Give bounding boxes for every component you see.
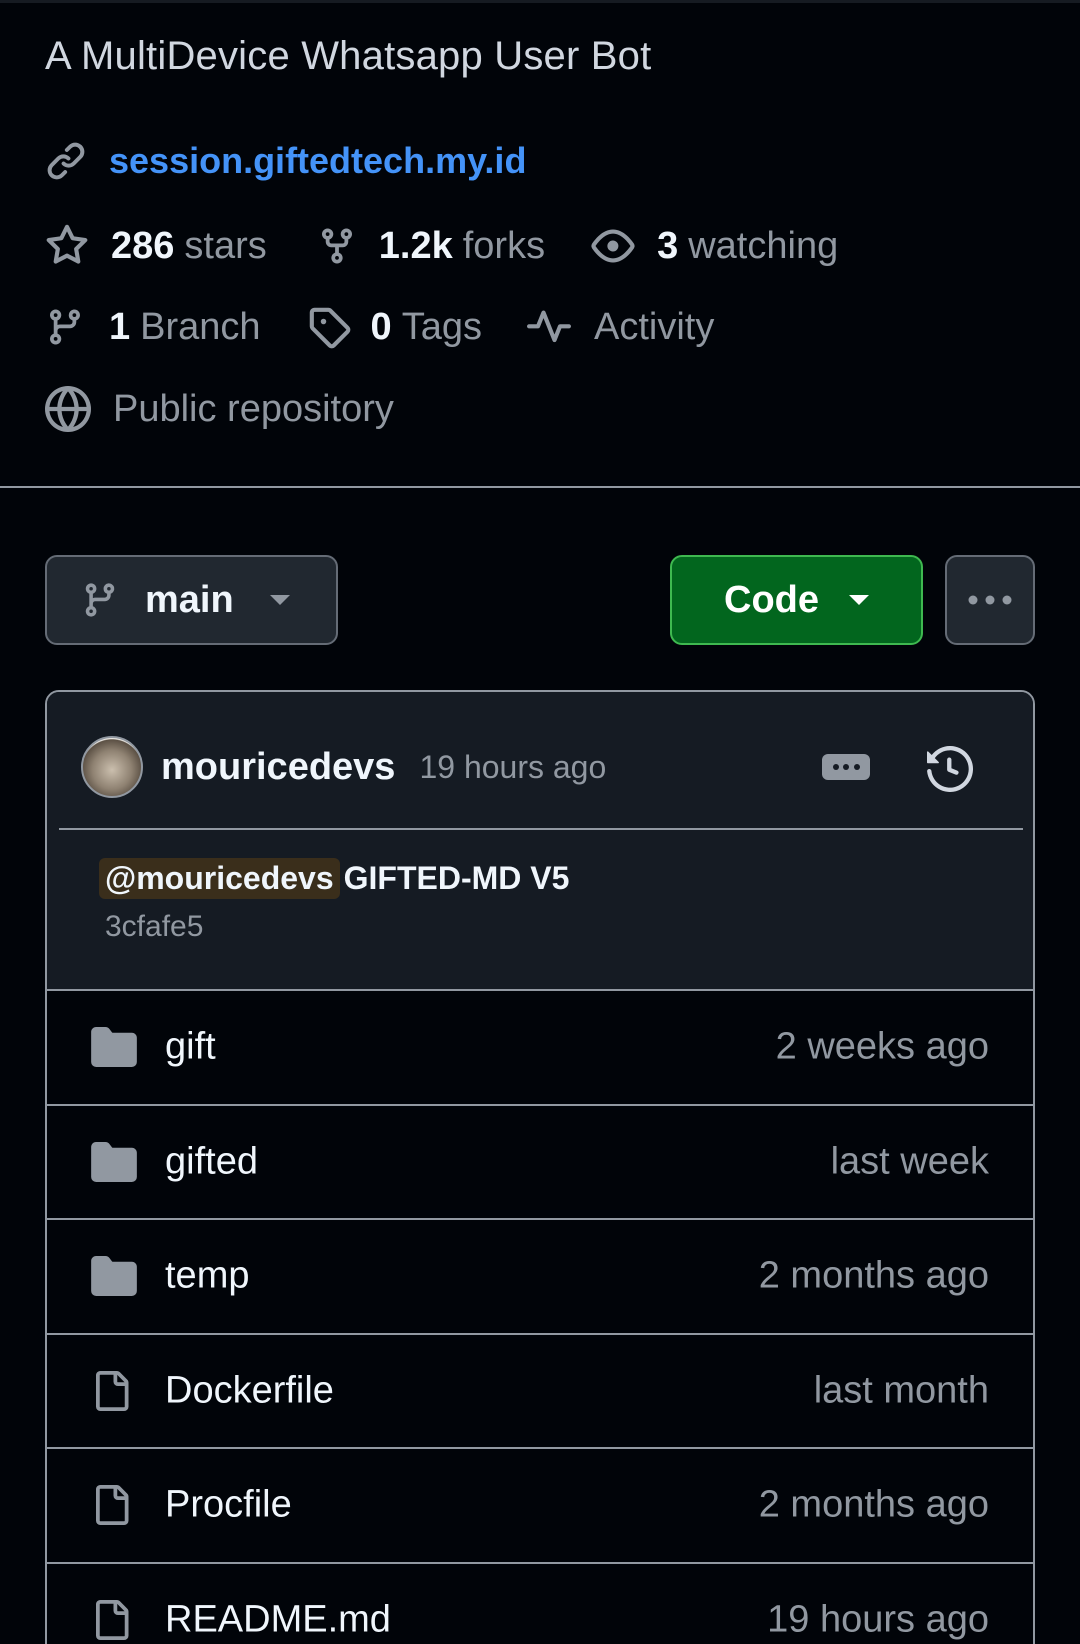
table-row[interactable]: Procfile 2 months ago: [47, 1447, 1033, 1562]
branch-icon: [81, 579, 119, 621]
file-icon: [91, 1368, 131, 1414]
code-button[interactable]: Code: [670, 555, 923, 645]
branch-label: Branch: [140, 305, 261, 348]
visibility-label: Public repository: [113, 387, 394, 430]
forks-label: forks: [462, 224, 546, 267]
stars-label: stars: [184, 224, 267, 267]
table-row[interactable]: gifted last week: [47, 1103, 1033, 1218]
activity-label: Activity: [593, 305, 715, 348]
code-button-label: Code: [724, 578, 819, 621]
branch-name: main: [145, 578, 234, 621]
watching-count: 3: [657, 224, 679, 267]
folder-icon: [91, 1256, 137, 1297]
watching-link[interactable]: 3 watching: [591, 224, 838, 268]
star-icon: [45, 224, 89, 268]
top-edge: [0, 0, 1080, 3]
tags-link[interactable]: 0 Tags: [307, 305, 482, 349]
visibility-row: Public repository: [45, 386, 394, 432]
commit-divider: [59, 828, 1023, 830]
file-browser: mouricedevs 19 hours ago @mouricedevs GI…: [45, 690, 1035, 1644]
folder-icon: [91, 1027, 137, 1068]
website-url[interactable]: session.giftedtech.my.id: [109, 140, 526, 182]
table-row[interactable]: README.md 19 hours ago: [47, 1561, 1033, 1644]
tag-icon: [307, 305, 351, 349]
stars-count: 286: [111, 224, 175, 267]
watching-label: watching: [688, 224, 839, 267]
file-updated: 2 weeks ago: [775, 1025, 989, 1068]
latest-commit: mouricedevs 19 hours ago @mouricedevs GI…: [47, 692, 1033, 989]
file-updated: 2 months ago: [758, 1254, 989, 1297]
section-divider: [0, 486, 1080, 488]
globe-icon: [45, 386, 91, 432]
kebab-horizontal-icon: [966, 593, 1014, 607]
commit-message-text[interactable]: GIFTED-MD V5: [344, 860, 570, 897]
file-icon: [91, 1482, 131, 1528]
chevron-down-icon: [269, 595, 290, 605]
file-name[interactable]: README.md: [165, 1598, 391, 1641]
table-row[interactable]: temp 2 months ago: [47, 1218, 1033, 1333]
forks-link[interactable]: 1.2k forks: [317, 224, 545, 268]
commit-author[interactable]: mouricedevs: [161, 746, 395, 789]
tags-count: 0: [370, 305, 392, 348]
file-name[interactable]: gifted: [165, 1140, 258, 1183]
repo-description: A MultiDevice Whatsapp User Bot: [45, 34, 652, 78]
ellipsis-icon[interactable]: [822, 754, 870, 780]
file-updated: 19 hours ago: [767, 1598, 989, 1641]
branch-icon: [45, 305, 85, 349]
commit-sha[interactable]: 3cfafe5: [105, 910, 203, 944]
file-updated: last month: [813, 1369, 989, 1412]
history-icon[interactable]: [927, 746, 973, 792]
user-mention[interactable]: @mouricedevs: [99, 858, 340, 899]
table-row[interactable]: Dockerfile last month: [47, 1332, 1033, 1447]
table-row[interactable]: gift 2 weeks ago: [47, 989, 1033, 1104]
eye-icon: [591, 224, 635, 268]
file-name[interactable]: temp: [165, 1255, 249, 1298]
fork-icon: [317, 224, 357, 268]
website-link[interactable]: session.giftedtech.my.id: [45, 140, 526, 182]
commit-message[interactable]: @mouricedevs GIFTED-MD V5: [99, 858, 569, 899]
more-options-button[interactable]: [945, 555, 1035, 645]
file-updated: last week: [830, 1140, 989, 1183]
folder-icon: [91, 1141, 137, 1182]
chevron-down-icon: [849, 595, 869, 605]
avatar[interactable]: [81, 736, 143, 798]
forks-count: 1.2k: [378, 224, 453, 267]
file-name[interactable]: Procfile: [165, 1484, 292, 1527]
meta-row: 1 Branch 0 Tags Activity: [45, 305, 714, 349]
activity-link[interactable]: Activity: [526, 305, 714, 349]
stats-row: 286 stars 1.2k forks 3 watching: [45, 224, 838, 268]
stars-link[interactable]: 286 stars: [45, 224, 267, 268]
pulse-icon: [526, 305, 572, 349]
file-name[interactable]: Dockerfile: [165, 1369, 334, 1412]
branch-selector-button[interactable]: main: [45, 555, 338, 645]
file-name[interactable]: gift: [165, 1026, 216, 1069]
file-icon: [91, 1597, 131, 1643]
link-icon: [45, 140, 87, 182]
file-updated: 2 months ago: [758, 1483, 989, 1526]
branch-count: 1: [109, 305, 131, 348]
branches-link[interactable]: 1 Branch: [45, 305, 261, 349]
commit-time: 19 hours ago: [419, 748, 607, 785]
tags-label: Tags: [401, 305, 482, 348]
